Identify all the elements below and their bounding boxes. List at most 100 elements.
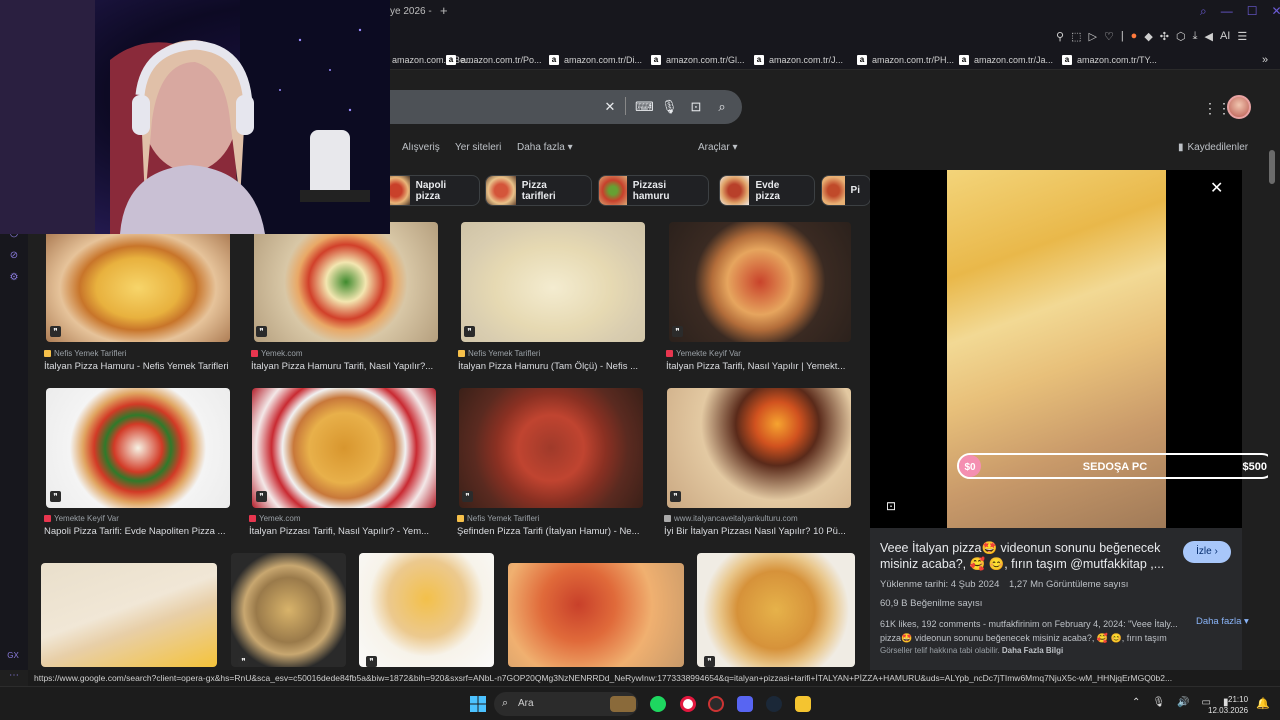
bookmark-item[interactable]: a amazon.com.tr/Gl... [651,53,745,67]
sidebar-link-icon[interactable]: ⊘ [8,250,20,262]
result-image[interactable] [41,563,217,667]
result-source[interactable]: Nefis Yemek Tarifleri [458,349,540,358]
tab-more[interactable]: Daha fazla ▾ [517,142,573,153]
bookmark-item[interactable]: a amazon.com.tr/Ja... [959,53,1053,67]
result-source-label: Nefis Yemek Tarifleri [468,349,541,358]
chip-evde-pizza[interactable]: Evde pizza [719,175,815,206]
lens-icon[interactable]: ⊡ [886,499,896,513]
sound-icon[interactable]: ◀ [1205,30,1213,43]
notification-icon[interactable]: 🔔 [1256,697,1270,710]
result-image[interactable] [254,222,438,342]
watch-button[interactable]: İzle › [1183,541,1231,563]
result-source[interactable]: Yemekte Keyif Var [44,514,119,523]
sidebar-settings-icon[interactable]: ⚙ [8,272,20,284]
search-icon[interactable]: ⌕ [1200,4,1207,20]
file-explorer-icon[interactable] [795,696,811,712]
result-image[interactable] [508,563,684,667]
more-link[interactable]: Daha fazla ▾ [1196,616,1249,628]
result-source[interactable]: Yemek.com [251,349,303,358]
bookmark-item[interactable]: a amazon.com.tr/J... [754,53,843,67]
windows-start-icon[interactable] [470,696,486,712]
extension-icon[interactable]: ● [1131,30,1138,43]
result-title[interactable]: İyi Bir İtalyan Pizzası Nasıl Yapılır? 1… [664,526,850,537]
menu-icon[interactable]: ☰ [1237,30,1247,43]
discord-icon[interactable] [737,696,753,712]
result-title[interactable]: İtalyan Pizzası Tarifi, Nasıl Yapılır? -… [249,526,439,537]
result-image[interactable] [697,553,855,667]
result-image[interactable] [231,553,346,667]
app-icon[interactable] [708,696,724,712]
tools-button[interactable]: Araçlar ▾ [698,142,738,153]
cube-icon[interactable]: ⬡ [1176,30,1186,43]
result-title[interactable]: İtalyan Pizza Hamuru (Tam Ölçü) - Nefis … [458,361,648,372]
result-image[interactable] [459,388,643,508]
result-source[interactable]: Nefis Yemek Tarifleri [44,349,126,358]
bookmark-item[interactable]: a amazon.com.tr/Di... [549,53,642,67]
heart-icon[interactable]: ♡ [1104,30,1114,43]
avatar[interactable] [1227,95,1251,119]
preview-title[interactable]: Veee İtalyan pizza🤩 videonun sonunu beğe… [880,540,1170,572]
minimize-icon[interactable]: — [1221,4,1233,20]
result-source[interactable]: Nefis Yemek Tarifleri [457,514,539,523]
result-source[interactable]: Yemekte Keyif Var [666,349,741,358]
bookmarks-overflow-icon[interactable]: » [1262,53,1268,67]
bookmark-icon: ▮ [1178,142,1184,153]
opera-gx-icon[interactable] [680,696,696,712]
download-icon[interactable]: ⤓ [1193,30,1198,43]
result-title[interactable]: İtalyan Pizza Tarifi, Nasıl Yapılır | Ye… [666,361,852,372]
amazon-icon: a [959,55,969,65]
result-image[interactable] [669,222,851,342]
steam-icon[interactable] [766,696,782,712]
chip-napoli-pizza[interactable]: Napoli pizza [380,175,480,206]
shield-icon[interactable]: ◆ [1144,30,1152,43]
widget-icon[interactable] [610,696,636,712]
result-title[interactable]: Şefinden Pizza Tarifi (İtalyan Hamur) - … [457,526,647,537]
spotify-icon[interactable] [650,696,666,712]
bookmark-item[interactable]: a amazon.com.tr/PH... [857,53,954,67]
speaker-icon[interactable]: 🔊 [1177,697,1189,708]
saved-button[interactable]: ▮ Kaydedilenler [1178,142,1248,153]
keyboard-icon[interactable]: ⌨ [635,99,654,115]
tab-shopping[interactable]: Alışveriş [402,142,440,153]
chip-more[interactable]: Pi [821,175,871,206]
screenshot-icon[interactable]: ⬚ [1071,30,1081,43]
microphone-icon[interactable]: 🎙 [661,99,678,115]
search-input[interactable] [330,90,742,124]
bookmark-item[interactable]: a amazon.com.tr/Po... [446,53,542,67]
result-image[interactable] [252,388,436,508]
play-icon[interactable]: ▷ [1088,30,1096,43]
ai-button[interactable]: AI [1220,30,1230,43]
result-image[interactable] [46,388,230,508]
puzzle-icon[interactable]: ✣ [1160,30,1169,43]
close-icon[interactable]: ✕ [1210,178,1223,198]
tab-sites[interactable]: Yer siteleri [455,142,501,153]
scrollbar-thumb[interactable] [1269,150,1275,184]
bookmark-item[interactable]: a amazon.com.tr/TY... [1062,53,1157,67]
clear-icon[interactable]: ✕ [602,99,618,115]
close-icon[interactable]: ✕ [1272,4,1280,20]
search-icon[interactable]: ⌕ [714,99,730,115]
quote-icon: ❞ [462,491,473,502]
tab-title[interactable]: ye 2026 - [390,6,432,17]
maximize-icon[interactable]: ☐ [1247,4,1258,20]
chip-pizza-tarifleri[interactable]: Pizza tarifleri [485,175,592,206]
taskbar-clock[interactable]: 21:10 12.03.2026 [1208,694,1248,716]
sidebar-more-icon[interactable]: ⋯ [8,670,20,682]
result-source[interactable]: www.italyancaveitalyankulturu.com [664,514,798,523]
lens-icon[interactable]: ⊡ [688,99,704,115]
result-title[interactable]: İtalyan Pizza Hamuru Tarifi, Nasıl Yapıl… [251,361,441,372]
chevron-up-icon[interactable]: ⌃ [1132,697,1140,708]
result-image[interactable] [359,553,494,667]
chip-pizzasi-hamuru[interactable]: Pizzasi hamuru [598,175,709,206]
pin-icon[interactable]: ⚲ [1056,30,1064,43]
licence-link[interactable]: Daha Fazla Bilgi [1002,646,1063,655]
result-image[interactable] [667,388,851,508]
result-source[interactable]: Yemek.com [249,514,301,523]
result-title[interactable]: İtalyan Pizza Hamuru - Nefis Yemek Tarif… [44,361,234,372]
result-title[interactable]: Napoli Pizza Tarifi: Evde Napoliten Pizz… [44,526,234,537]
chip-label: Napoli pizza [415,179,447,202]
result-image[interactable] [461,222,645,342]
microphone-icon[interactable]: 🎙 [1152,697,1165,708]
result-image[interactable] [46,222,230,342]
new-tab-button[interactable]: + [440,3,448,18]
